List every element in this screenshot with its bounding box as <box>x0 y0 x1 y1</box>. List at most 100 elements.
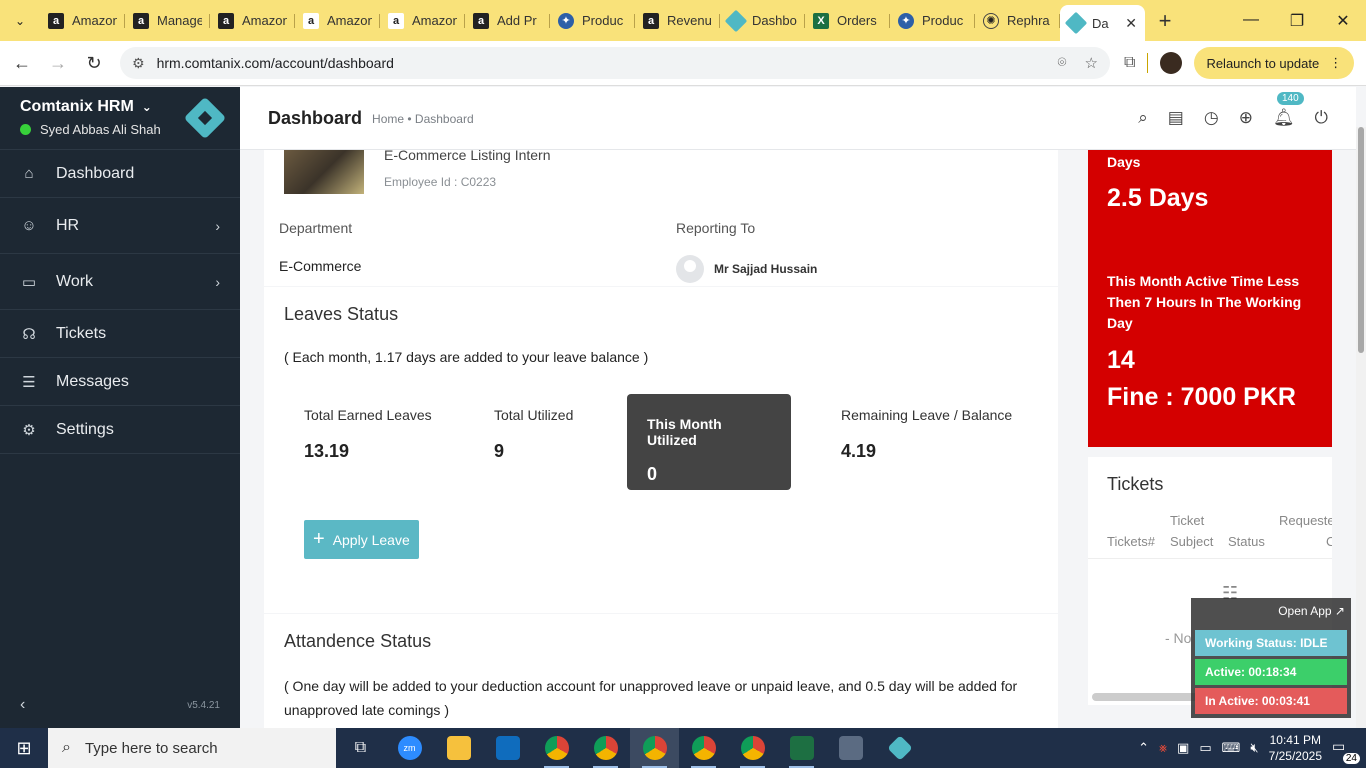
amazon-icon: a <box>303 12 319 29</box>
chevron-up-icon[interactable]: ⌃ <box>1138 740 1149 756</box>
maximize-icon[interactable]: ❐ <box>1274 11 1320 31</box>
amazon-icon: a <box>388 12 404 29</box>
tab-search-dropdown[interactable]: ⌄ <box>0 0 40 41</box>
reload-icon[interactable]: ↻ <box>76 53 112 74</box>
scrollbar-thumb[interactable] <box>1358 127 1364 353</box>
sidebar-item-hr[interactable]: ☺ HR › <box>0 198 240 254</box>
collapse-sidebar-icon[interactable]: ‹ <box>20 696 25 714</box>
excel-icon[interactable] <box>777 728 826 768</box>
page-scrollbar[interactable] <box>1356 127 1366 728</box>
department-label: Department <box>279 220 353 236</box>
browser-tab[interactable]: X Orders <box>805 5 890 37</box>
url-text: hrm.comtanix.com/account/dashboard <box>156 55 394 71</box>
chrome-icon[interactable] <box>532 728 581 768</box>
clock[interactable]: 10:41 PM 7/25/2025 <box>1269 732 1322 764</box>
sidebar-item-tickets[interactable]: ☊ Tickets <box>0 310 240 358</box>
notification-count: 24 <box>1342 753 1360 764</box>
file-explorer-icon[interactable] <box>434 728 483 768</box>
capture-icon[interactable]: ▣ <box>1177 740 1189 756</box>
task-view-icon[interactable]: ⧉ <box>336 728 385 768</box>
openai-icon: ✺ <box>983 12 999 29</box>
extensions-icon[interactable]: ⧉ <box>1124 54 1135 72</box>
battery-icon[interactable]: ▭ <box>1199 740 1211 756</box>
outlook-icon[interactable] <box>483 728 532 768</box>
browser-tab[interactable]: Dashbo <box>720 5 805 37</box>
relaunch-button[interactable]: Relaunch to update ⋮ <box>1194 47 1355 79</box>
home-icon: ⌂ <box>24 165 34 182</box>
minimize-icon[interactable]: — <box>1228 11 1274 31</box>
days-label: Days <box>1107 154 1141 170</box>
browser-tab[interactable]: a Amazon <box>40 5 125 37</box>
amazon-icon: a <box>643 12 659 29</box>
volume-mute-icon[interactable]: 🔇︎ <box>1250 740 1258 756</box>
col-ticket-subject-bottom[interactable]: Subject <box>1170 531 1213 552</box>
col-status[interactable]: Status <box>1228 531 1265 552</box>
calculator-icon[interactable] <box>826 728 875 768</box>
acrobat-icon[interactable]: ⨳ <box>1159 740 1167 756</box>
browser-tab-active[interactable]: Da ✕ <box>1060 5 1145 41</box>
back-icon[interactable]: ← <box>4 53 40 74</box>
divider <box>1147 53 1149 73</box>
briefcase-icon: ▭ <box>21 273 37 291</box>
chevron-right-icon: › <box>215 217 220 234</box>
browser-tab[interactable]: a Amazon <box>380 5 465 37</box>
url-field[interactable]: ⚙ hrm.comtanix.com/account/dashboard ⌾ ☆ <box>120 47 1110 79</box>
browser-tab[interactable]: ✺ Rephra <box>975 5 1060 37</box>
sticky-note-icon[interactable]: ▤ <box>1168 108 1184 128</box>
col-requested-bottom[interactable]: C <box>1326 531 1332 552</box>
apply-leave-button[interactable]: + Apply Leave <box>304 520 419 559</box>
add-circle-icon[interactable]: ⊕ <box>1239 108 1253 128</box>
department-value: E-Commerce <box>279 258 362 274</box>
col-ticket-number[interactable]: Tickets# <box>1107 531 1155 552</box>
col-requested-top[interactable]: Requeste <box>1279 510 1332 531</box>
chrome-icon[interactable] <box>581 728 630 768</box>
bookmark-star-icon[interactable]: ☆ <box>1085 54 1098 72</box>
forward-icon[interactable]: → <box>40 53 76 74</box>
tickets-title: Tickets <box>1107 474 1164 494</box>
windows-start-icon[interactable]: ⊞ <box>0 738 48 759</box>
search-icon: ⌕ <box>62 739 71 756</box>
chrome-icon[interactable] <box>630 728 679 768</box>
zoom-icon[interactable]: zm <box>385 728 434 768</box>
taskbar-search[interactable]: ⌕ Type here to search <box>48 728 336 768</box>
bell-icon[interactable]: 🔔︎ 140 <box>1273 92 1304 128</box>
sidebar-item-settings[interactable]: ⚙ Settings <box>0 406 240 454</box>
browser-tab[interactable]: ✦ Produc <box>890 5 975 37</box>
browser-tab[interactable]: a Manage <box>125 5 210 37</box>
col-ticket-subject-top[interactable]: Ticket <box>1170 510 1204 531</box>
working-status-widget: Open App ↗ Working Status: IDLE Active: … <box>1191 598 1351 718</box>
browser-tab[interactable]: a Add Pr <box>465 5 550 37</box>
fines-card: Days 2.5 Days This Month Active Time Les… <box>1088 150 1332 447</box>
clock-icon[interactable]: ◷ <box>1204 108 1219 128</box>
hrm-app-icon[interactable] <box>875 728 924 768</box>
new-tab-button[interactable]: + <box>1145 8 1185 34</box>
power-icon[interactable]: ⏻ <box>1315 108 1328 128</box>
chevron-down-icon[interactable]: ⌄ <box>142 100 152 114</box>
open-app-link[interactable]: Open App ↗ <box>1278 604 1345 618</box>
browser-tab[interactable]: a Amazon <box>295 5 380 37</box>
sidebar-item-dashboard[interactable]: ⌂ Dashboard <box>0 150 240 198</box>
network-icon[interactable]: ⌨ <box>1222 740 1241 756</box>
profile-avatar[interactable] <box>1160 52 1183 74</box>
search-icon[interactable]: ⌕ <box>1138 108 1148 128</box>
windows-taskbar: ⊞ ⌕ Type here to search ⧉ zm ⌃ ⨳ ▣ ▭ ⌨ 🔇︎… <box>0 728 1366 768</box>
active-timer: Active: 00:18:34 <box>1195 659 1347 685</box>
browser-tab[interactable]: a Amazon <box>210 5 295 37</box>
sidebar-item-messages[interactable]: ☰ Messages <box>0 358 240 406</box>
location-icon[interactable]: ⌾ <box>1058 54 1067 72</box>
chrome-icon[interactable] <box>679 728 728 768</box>
product-icon: ✦ <box>558 12 574 29</box>
site-info-icon[interactable]: ⚙ <box>132 55 145 72</box>
menu-dots-icon[interactable]: ⋮ <box>1329 55 1342 71</box>
breadcrumb[interactable]: Home • Dashboard <box>372 112 474 126</box>
active-time-description: This Month Active Time Less Then 7 Hours… <box>1107 273 1302 331</box>
chrome-icon[interactable] <box>728 728 777 768</box>
browser-tab[interactable]: ✦ Produc <box>550 5 635 37</box>
close-window-icon[interactable]: ✕ <box>1320 11 1366 31</box>
close-tab-icon[interactable]: ✕ <box>1125 15 1137 32</box>
sidebar-item-work[interactable]: ▭ Work › <box>0 254 240 310</box>
working-status: Working Status: IDLE <box>1195 630 1347 656</box>
browser-tab[interactable]: a Revenu <box>635 5 720 37</box>
notification-center-icon[interactable]: ▭ 24 <box>1332 738 1360 764</box>
days-value: 2.5 Days <box>1107 184 1209 212</box>
